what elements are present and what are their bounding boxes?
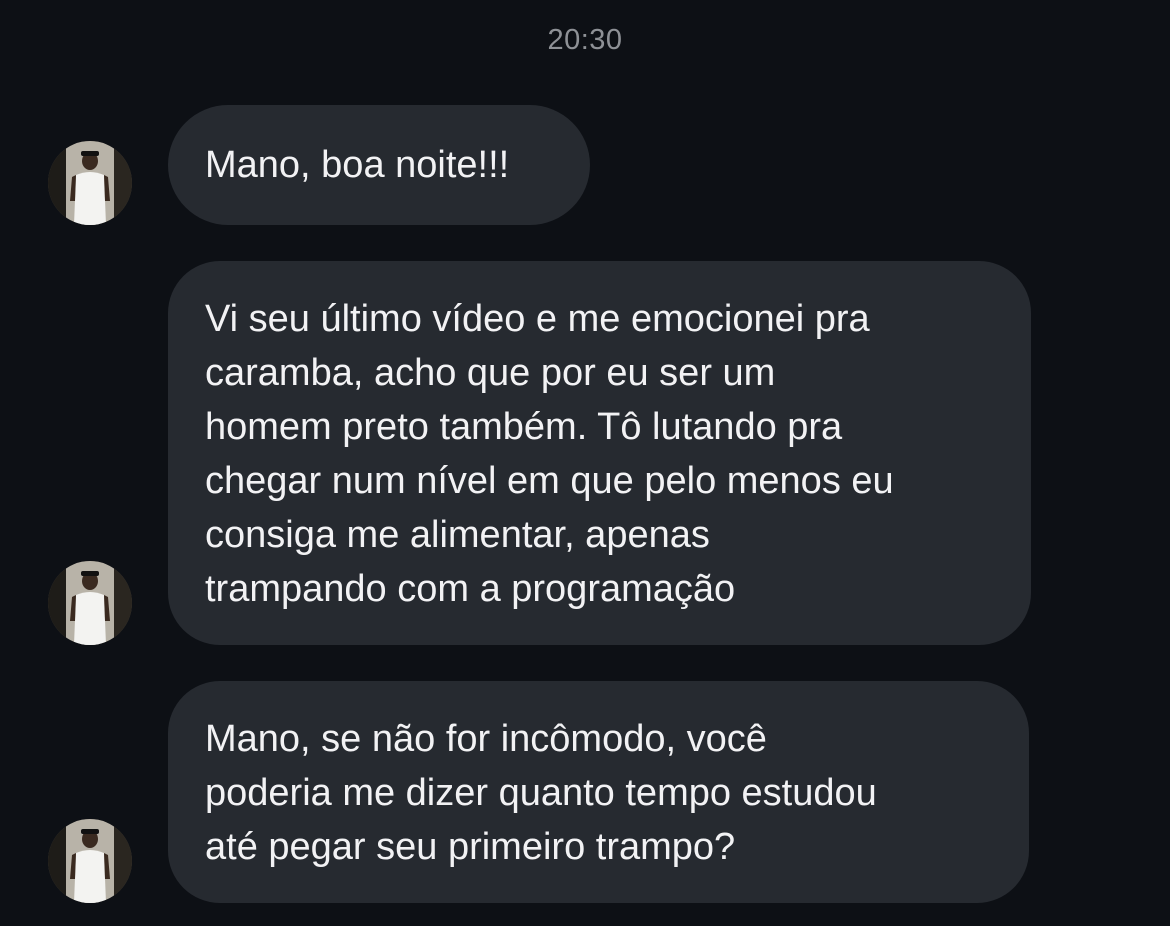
user-avatar-icon[interactable] (48, 561, 132, 645)
message-bubble[interactable]: Mano, se não for incômodo, você poderia … (168, 681, 1029, 903)
user-avatar-icon[interactable] (48, 141, 132, 225)
avatar-photo (48, 141, 132, 225)
message-timestamp: 20:30 (547, 24, 623, 56)
user-avatar-icon[interactable] (48, 819, 132, 903)
avatar-photo (48, 561, 132, 645)
chat-screen: 20:30 Mano, boa noite!!! Vi seu último v… (0, 0, 1170, 926)
message-bubble[interactable]: Vi seu último vídeo e me emocionei pra c… (168, 261, 1031, 645)
message-bubble[interactable]: Mano, boa noite!!! (168, 105, 590, 225)
avatar-photo (48, 819, 132, 903)
